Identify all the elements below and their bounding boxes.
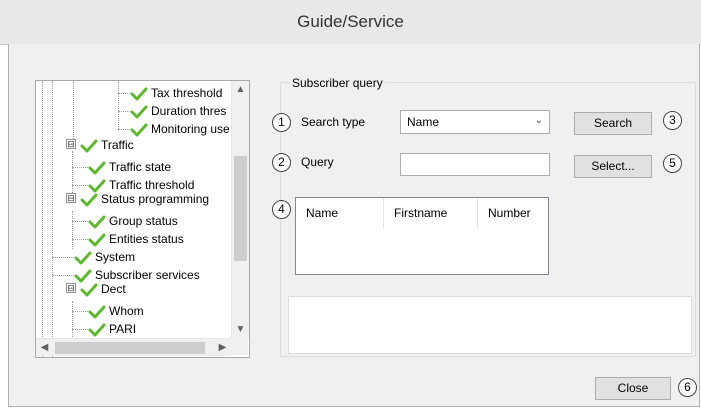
tree-item[interactable]: Traffic state	[88, 158, 171, 176]
collapse-icon[interactable]: ⊟	[66, 283, 76, 293]
query-label: Query	[301, 155, 334, 169]
column-header-name[interactable]: Name	[296, 198, 384, 228]
tree-line	[72, 185, 88, 186]
checkmark-icon	[130, 105, 148, 119]
subscriber-query-label: Subscriber query	[290, 76, 385, 90]
tree-item[interactable]: Tax threshold	[130, 84, 222, 102]
tree-horizontal-scrollbar[interactable]: ◀ ▶	[36, 338, 231, 356]
search-type-label: Search type	[301, 115, 366, 129]
tree-line	[72, 151, 73, 197]
search-button[interactable]: Search	[574, 112, 652, 135]
scrollbar-thumb[interactable]	[55, 342, 205, 354]
tree-line	[72, 167, 88, 168]
checkmark-icon	[88, 323, 106, 337]
marker-5: 5	[663, 154, 682, 173]
checkmark-icon	[130, 123, 148, 137]
tree-line	[73, 81, 74, 141]
scrollbar-thumb[interactable]	[234, 156, 247, 261]
search-type-value: Name	[407, 115, 440, 129]
marker-6: 6	[678, 378, 697, 397]
marker-1: 1	[272, 113, 291, 132]
tree-item-dect[interactable]: Dect	[80, 280, 126, 298]
tree-line	[118, 129, 130, 130]
column-header-number[interactable]: Number	[478, 198, 548, 228]
tree-item-label: Duration thres	[151, 104, 227, 118]
checkmark-icon	[80, 139, 98, 153]
tree-item-label: Traffic state	[109, 160, 172, 174]
tree-item-traffic[interactable]: Traffic	[80, 136, 134, 154]
tree-line	[118, 93, 130, 94]
tree-item[interactable]: Whom	[88, 302, 144, 320]
marker-3: 3	[663, 111, 682, 130]
chevron-down-icon[interactable]: ⌄	[535, 115, 543, 126]
scrollbar-corner	[231, 338, 248, 355]
checkmark-icon	[80, 283, 98, 297]
collapse-icon[interactable]: ⊟	[66, 193, 76, 203]
tree-item-label: Group status	[109, 214, 178, 228]
service-tree[interactable]: ⊟ ⊟ ⊟ Tax threshold Duration thres Monit…	[35, 80, 250, 358]
marker-4: 4	[272, 200, 291, 219]
tree-line	[52, 257, 74, 258]
tree-item-label: Entities status	[109, 232, 184, 246]
checkmark-icon	[88, 161, 106, 175]
tree-item-label: System	[95, 250, 136, 264]
search-type-select[interactable]: Name ⌄	[400, 110, 550, 134]
tree-line	[42, 81, 43, 357]
title-bar: Guide/Service	[0, 0, 701, 45]
checkmark-icon	[88, 215, 106, 229]
checkmark-icon	[80, 193, 98, 207]
close-button[interactable]: Close	[595, 377, 671, 400]
tree-item[interactable]: Group status	[88, 212, 178, 230]
checkmark-icon	[130, 87, 148, 101]
results-list[interactable]: Name Firstname Number	[295, 197, 549, 275]
details-textbox[interactable]	[288, 296, 692, 354]
query-input[interactable]	[400, 153, 550, 176]
tree-item-label: Status programming	[101, 192, 210, 206]
tree-line	[118, 81, 119, 129]
tree-line	[72, 221, 88, 222]
tree-line	[52, 81, 53, 357]
tree-item-label: Monitoring use	[151, 122, 230, 136]
tree-line	[72, 311, 88, 312]
scroll-right-icon[interactable]: ▶	[214, 339, 231, 356]
checkmark-icon	[88, 305, 106, 319]
marker-2: 2	[272, 153, 291, 172]
checkmark-icon	[74, 251, 92, 265]
column-header-firstname[interactable]: Firstname	[384, 198, 478, 228]
checkmark-icon	[88, 233, 106, 247]
tree-line	[72, 239, 88, 240]
tree-item[interactable]: Entities status	[88, 230, 184, 248]
tree-item-label: PARI	[109, 322, 137, 336]
tree-item-label: Traffic	[101, 138, 134, 152]
scroll-up-icon[interactable]: ▲	[232, 81, 249, 98]
tree-item-label: Dect	[101, 282, 126, 296]
scroll-left-icon[interactable]: ◀	[36, 339, 53, 356]
scroll-down-icon[interactable]: ▼	[232, 321, 249, 338]
select-button[interactable]: Select...	[574, 155, 652, 178]
window-title: Guide/Service	[297, 12, 404, 31]
tree-item[interactable]: PARI	[88, 320, 136, 338]
collapse-icon[interactable]: ⊟	[66, 139, 76, 149]
tree-line	[72, 301, 73, 339]
tree-item[interactable]: Monitoring use	[130, 120, 230, 138]
tree-line	[52, 275, 74, 276]
tree-line	[72, 211, 73, 249]
tree-item-system[interactable]: System	[74, 248, 135, 266]
tree-item-label: Whom	[109, 304, 144, 318]
tree-item-label: Tax threshold	[151, 86, 223, 100]
tree-line	[118, 111, 130, 112]
tree-line	[72, 329, 88, 330]
tree-item-status-programming[interactable]: Status programming	[80, 190, 209, 208]
tree-vertical-scrollbar[interactable]: ▲ ▼	[231, 81, 249, 338]
tree-item[interactable]: Duration thres	[130, 102, 226, 120]
